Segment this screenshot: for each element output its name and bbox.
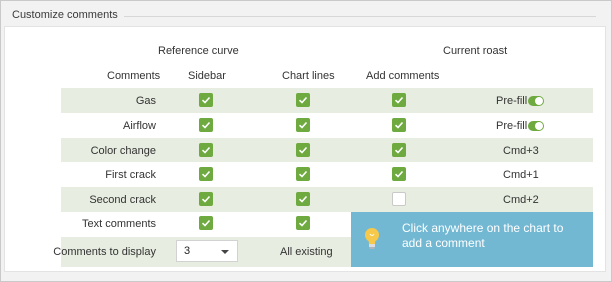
- prefill-toggle-gas[interactable]: [528, 96, 544, 106]
- sidebar-checkbox-text-comments[interactable]: [199, 216, 213, 230]
- sidebar-checkbox-second-crack[interactable]: [199, 192, 213, 206]
- all-existing-label: All existing: [280, 246, 333, 258]
- column-header-sidebar: Sidebar: [188, 70, 226, 82]
- chart-lines-checkbox-gas[interactable]: [296, 93, 310, 107]
- prefill-label-airflow: Pre-fill: [496, 120, 528, 132]
- add-comments-checkbox-color-change[interactable]: [392, 143, 406, 157]
- row-label-gas: Gas: [135, 95, 156, 107]
- add-comment-callout: Click anywhere on the chart to add a com…: [351, 212, 593, 267]
- comments-to-display-select[interactable]: 3: [176, 240, 238, 262]
- row-label-text-comments: Text comments: [82, 218, 156, 230]
- column-header-chart-lines: Chart lines: [282, 70, 335, 82]
- column-header-comments: Comments: [107, 70, 161, 82]
- column-header-add-comments: Add comments: [366, 70, 440, 82]
- sidebar-checkbox-gas[interactable]: [199, 93, 213, 107]
- row-background: [351, 88, 593, 113]
- chart-lines-checkbox-text-comments[interactable]: [296, 216, 310, 230]
- section-title: Customize comments: [12, 9, 124, 21]
- lightbulb-icon: [365, 228, 379, 249]
- row-background: [351, 187, 593, 212]
- row-label-airflow: Airflow: [122, 120, 156, 132]
- sidebar-checkbox-color-change[interactable]: [199, 143, 213, 157]
- prefill-label-gas: Pre-fill: [496, 95, 528, 107]
- chart-lines-checkbox-color-change[interactable]: [296, 143, 310, 157]
- shortcut-second-crack: Cmd+2: [503, 194, 539, 206]
- shortcut-color-change: Cmd+3: [503, 145, 539, 157]
- group-header-current: Current roast: [443, 45, 508, 57]
- row-background: [351, 138, 593, 162]
- add-comments-checkbox-gas[interactable]: [392, 93, 406, 107]
- add-comments-checkbox-first-crack[interactable]: [392, 167, 406, 181]
- group-header-reference: Reference curve: [158, 45, 239, 57]
- select-value: 3: [184, 245, 191, 257]
- add-comments-checkbox-airflow[interactable]: [392, 118, 406, 132]
- prefill-toggle-airflow[interactable]: [528, 121, 544, 131]
- comments-to-display-label: Comments to display: [53, 246, 156, 258]
- chevron-down-icon: [221, 250, 229, 254]
- sidebar-checkbox-first-crack[interactable]: [199, 167, 213, 181]
- row-label-second-crack: Second crack: [89, 194, 156, 206]
- chart-lines-checkbox-first-crack[interactable]: [296, 167, 310, 181]
- sidebar-checkbox-airflow[interactable]: [199, 118, 213, 132]
- chart-lines-checkbox-second-crack[interactable]: [296, 192, 310, 206]
- chart-lines-checkbox-airflow[interactable]: [296, 118, 310, 132]
- add-comments-checkbox-second-crack[interactable]: [392, 192, 406, 206]
- shortcut-first-crack: Cmd+1: [503, 169, 539, 181]
- row-label-first-crack: First crack: [105, 169, 156, 181]
- row-label-color-change: Color change: [90, 145, 156, 157]
- callout-message: Click anywhere on the chart to add a com…: [402, 221, 564, 250]
